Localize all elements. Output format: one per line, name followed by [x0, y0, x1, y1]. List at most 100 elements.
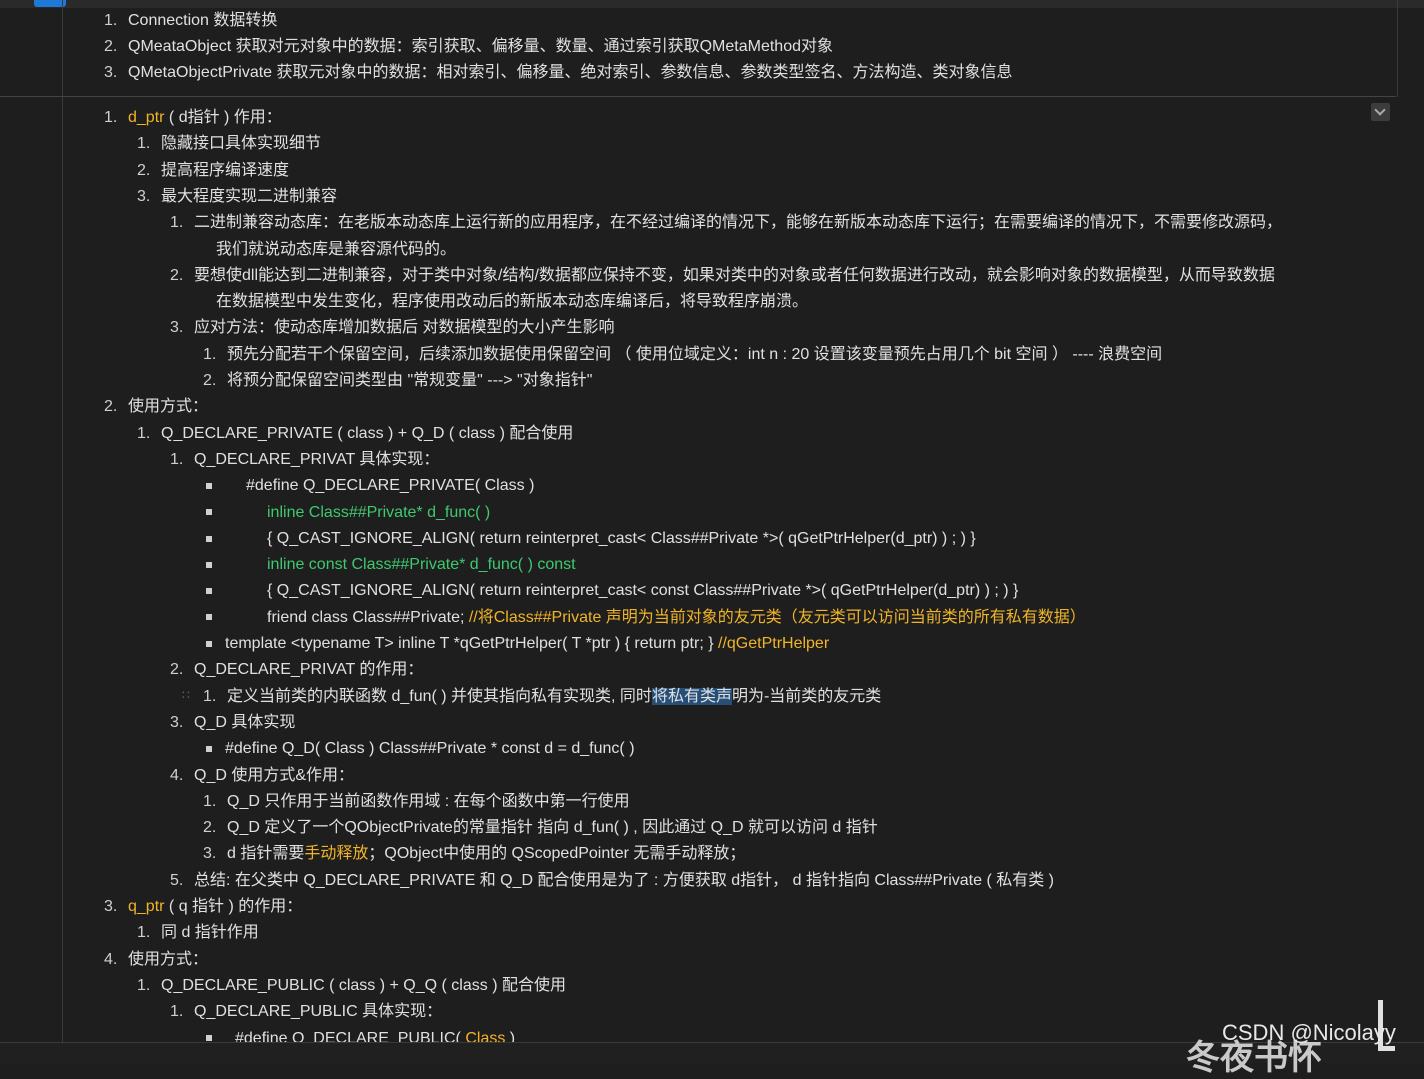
outline-item: 1. 隐藏接口具体实现细节: [137, 131, 321, 157]
list-text: 使用方式：: [128, 398, 209, 416]
drag-handle-icon[interactable]: ∷: [182, 688, 190, 702]
list-number: 3.: [104, 898, 118, 915]
list-text: 将预分配保留空间类型由 "常规变量" ---> "对象指针": [227, 372, 593, 389]
top-item-3: 3. QMetaObjectPrivate 获取元对象中的数据：相对索引、偏移量、…: [104, 60, 1013, 86]
outline-item: 3. 应对方法：使动态库增加数据后 对数据模型的大小产生影响: [170, 315, 614, 341]
outline-item: #define Q_DECLARE_PRIVATE( Class ): [206, 473, 534, 499]
list-text: inline Class##Private* d_func( ): [267, 503, 491, 521]
list-text: #define Q_D( Class ) Class##Private * co…: [225, 740, 635, 758]
list-text: #define Q_DECLARE_PRIVATE( Class ): [246, 477, 535, 495]
outline-item: 3. d 指针需要手动释放；QObject中使用的 QScopedPointer …: [203, 841, 745, 867]
list-text: Q_DECLARE_PRIVATE ( class ) + Q_D ( clas…: [161, 424, 574, 442]
list-text: ( q 指针 ) 的作用：: [164, 898, 303, 915]
outline-item: 1. Q_DECLARE_PRIVAT 具体实现：: [170, 447, 439, 473]
bullet-icon: [206, 482, 212, 489]
list-text: Q_DECLARE_PRIVAT 具体实现：: [194, 450, 440, 468]
outline-item: 2. 使用方式：: [104, 394, 208, 420]
list-text: 最大程度实现二进制兼容: [161, 187, 338, 205]
list-text: 定义当前类的内联函数 d_fun( ) 并使其指向私有实现类, 同时: [227, 687, 652, 705]
outline-item: 2. 要想使dll能达到二进制兼容，对于类中对象/结构/数据都应保持不变，如果对类…: [170, 263, 1275, 289]
outline-item: 3. Q_D 具体实现: [170, 710, 295, 736]
bullet-icon: [206, 509, 212, 516]
list-text: d_ptr: [128, 109, 165, 126]
list-text: 二进制兼容动态库：在老版本动态库上运行新的应用程序，在不经过编译的情况下，能够在…: [194, 214, 1283, 232]
bullet-icon: [206, 561, 212, 568]
list-text: //将Class##Private 声明为当前对象的友元类（友元类可以访问当前类…: [468, 608, 1086, 626]
outline-item: 在数据模型中发生变化，程序使用改动后的新版本动态库编译后，将导致程序崩溃。: [192, 289, 808, 315]
list-number: 1.: [170, 450, 184, 468]
bullet-icon: [206, 745, 212, 752]
top-item-1: 1. Connection 数据转换: [104, 8, 277, 34]
list-text: 我们就说动态库是兼容源代码的。: [216, 240, 457, 258]
left-margin-rule: [62, 97, 63, 1042]
list-number: 2.: [170, 661, 184, 679]
outline-item: 2. 提高程序编译速度: [137, 158, 289, 184]
list-text: d 指针需要: [227, 845, 305, 863]
list-number: 3.: [203, 845, 217, 863]
list-text: 使用方式：: [128, 950, 209, 968]
bullet-icon: [206, 588, 212, 595]
outline-item: 1. 定义当前类的内联函数 d_fun( ) 并使其指向私有实现类, 同时将私有类…: [203, 684, 881, 710]
list-number: 3.: [104, 64, 118, 81]
list-text: template <typename T> inline T *qGetPtrH…: [225, 635, 718, 652]
list-number: 1.: [203, 792, 217, 810]
outline-item: 1. Q_D 只作用于当前函数作用域 : 在每个函数中第一行使用: [203, 789, 630, 815]
list-text: Q_DECLARE_PUBLIC 具体实现：: [194, 1003, 443, 1021]
bullet-icon: [206, 535, 212, 542]
list-number: 2.: [104, 398, 118, 416]
list-number: 1.: [170, 1003, 184, 1021]
outline-item: inline Class##Private* d_func( ): [206, 500, 490, 526]
outline-item: 2. Q_D 定义了一个QObjectPrivate的常量指针 指向 d_fun(…: [203, 815, 878, 841]
outline-item: inline const Class##Private* d_func( ) c…: [206, 552, 576, 578]
list-number: 1.: [137, 976, 151, 994]
list-text: 预先分配若干个保留空间，后续添加数据使用保留空间 （ 使用位域定义：int n …: [227, 345, 1163, 363]
outline-item: 4. 使用方式：: [104, 947, 208, 973]
bullet-icon: [206, 614, 212, 621]
list-number: 4.: [104, 950, 118, 968]
outline-item: 1. Q_DECLARE_PRIVATE ( class ) + Q_D ( cl…: [137, 421, 573, 447]
list-number: 1.: [137, 924, 151, 942]
outline-item: 3. q_ptr ( q 指针 ) 的作用：: [104, 894, 302, 920]
outline-item: 1. d_ptr ( d指针 ) 作用：: [104, 105, 282, 131]
outline-item: 2. Q_DECLARE_PRIVAT 的作用：: [170, 657, 423, 683]
list-text: { Q_CAST_IGNORE_ALIGN( return reinterpre…: [267, 582, 1019, 600]
list-number: 2.: [203, 819, 217, 837]
list-text: 明为-当前类的友元类: [731, 687, 882, 705]
outline-item: { Q_CAST_IGNORE_ALIGN( return reinterpre…: [206, 526, 976, 552]
list-text: 在数据模型中发生变化，程序使用改动后的新版本动态库编译后，将导致程序崩溃。: [216, 293, 809, 311]
list-text: Connection 数据转换: [128, 12, 278, 29]
list-text: QMetaObjectPrivate 获取元对象中的数据：相对索引、偏移量、绝对…: [128, 64, 1013, 81]
list-number: 4.: [170, 766, 184, 784]
list-text: ；QObject中使用的 QScopedPointer 无需手动释放；: [368, 845, 746, 863]
list-text: //qGetPtrHelper: [718, 635, 830, 652]
outline-item: 3. 最大程度实现二进制兼容: [137, 184, 337, 210]
outline-item: 1. 二进制兼容动态库：在老版本动态库上运行新的应用程序，在不经过编译的情况下，能…: [170, 210, 1282, 236]
list-text: Q_D 使用方式&作用：: [194, 766, 355, 784]
list-text: Q_DECLARE_PUBLIC ( class ) + Q_Q ( class…: [161, 976, 566, 994]
list-text: { Q_CAST_IGNORE_ALIGN( return reinterpre…: [267, 529, 976, 547]
outline-item: 1. Q_DECLARE_PUBLIC ( class ) + Q_Q ( cla…: [137, 973, 566, 999]
list-number: 1.: [203, 687, 217, 705]
list-number: 5.: [170, 871, 184, 889]
outline-item: 1. Q_DECLARE_PUBLIC 具体实现：: [170, 999, 442, 1025]
list-number: 1.: [203, 345, 217, 363]
outline-item: #define Q_D( Class ) Class##Private * co…: [206, 736, 635, 762]
list-text: QMeataObject 获取对元对象中的数据：索引获取、偏移量、数量、通过索引…: [128, 38, 833, 55]
list-text: ( d指针 ) 作用：: [164, 109, 282, 126]
bullet-icon: [206, 640, 212, 647]
list-number: 1.: [104, 12, 118, 29]
section-divider: [0, 96, 1396, 97]
outline-item: friend class Class##Private; //将Class##P…: [206, 605, 1086, 631]
outline-item: 5. 总结: 在父类中 Q_DECLARE_PRIVATE 和 Q_D 配合使用是…: [170, 868, 1054, 894]
list-text: Q_D 只作用于当前函数作用域 : 在每个函数中第一行使用: [227, 792, 630, 810]
text-selection: 将私有类声: [651, 687, 732, 705]
list-number: 1.: [137, 424, 151, 442]
list-text: 提高程序编译速度: [161, 161, 290, 179]
list-text: 手动释放: [304, 845, 369, 863]
list-number: 3.: [170, 713, 184, 731]
list-number: 3.: [137, 187, 151, 205]
top-item-2: 2. QMeataObject 获取对元对象中的数据：索引获取、偏移量、数量、通过…: [104, 34, 833, 60]
outline-item: 1. 预先分配若干个保留空间，后续添加数据使用保留空间 （ 使用位域定义：int …: [203, 342, 1162, 368]
list-text: 总结: 在父类中 Q_DECLARE_PRIVATE 和 Q_D 配合使用是为了…: [194, 871, 1054, 889]
collapse-chevron-icon[interactable]: [1371, 103, 1390, 121]
